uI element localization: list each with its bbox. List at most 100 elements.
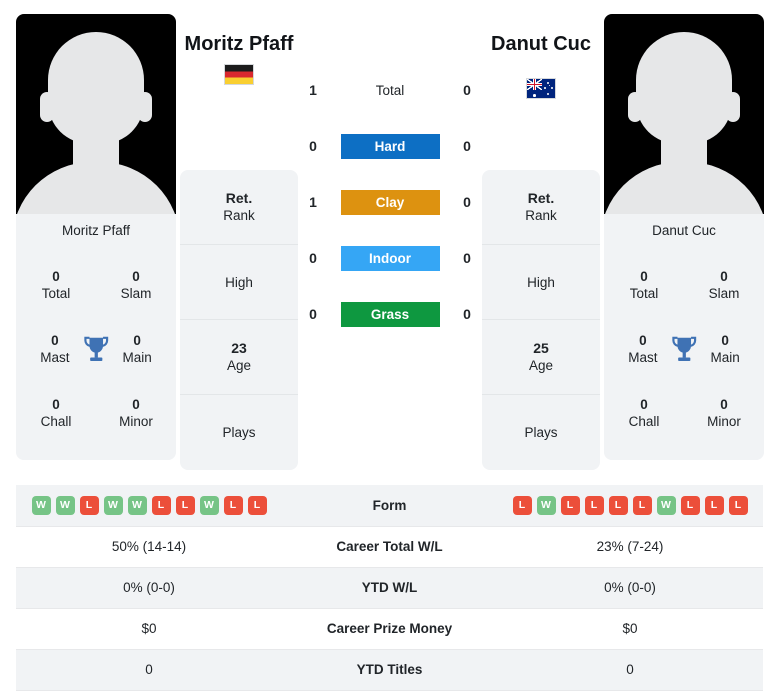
form-badge-win[interactable]: W <box>536 495 556 515</box>
surface-badge-indoor[interactable]: Indoor <box>340 245 440 271</box>
form-badge-loss[interactable]: L <box>560 495 580 515</box>
plays-cell-left: Plays <box>180 395 298 470</box>
h2h-row-clay: 1 Clay 0 <box>300 174 480 230</box>
form-badge-win[interactable]: W <box>656 495 676 515</box>
stat-label: Form <box>372 497 407 513</box>
titles-slam-right-value: 0 <box>720 269 728 285</box>
h2h-left-value: 0 <box>309 138 317 154</box>
info-card-left: Ret. Rank High 23 Age Plays <box>180 170 298 470</box>
h2h-left-value: 1 <box>309 194 317 210</box>
titles-minor-left-value: 0 <box>132 397 140 413</box>
titles-chall-right-label: Chall <box>628 414 660 429</box>
age-value-right: 25 <box>533 340 549 357</box>
surface-badge-grass[interactable]: Grass <box>340 301 440 327</box>
form-badge-win[interactable]: W <box>127 495 147 515</box>
form-badge-loss[interactable]: L <box>79 495 99 515</box>
form-badge-loss[interactable]: L <box>704 495 724 515</box>
stat-value-right: 23% (7-24) <box>596 539 664 554</box>
surface-badge-clay[interactable]: Clay <box>340 189 440 215</box>
stat-label: Career Prize Money <box>326 621 453 636</box>
form-badge-loss[interactable]: L <box>584 495 604 515</box>
titles-chall-left: 0 Chall <box>30 397 82 431</box>
form-badge-loss[interactable]: L <box>175 495 195 515</box>
table-row: 50% (14-14) Career Total W/L 23% (7-24) <box>16 526 763 567</box>
titles-total-left-label: Total <box>41 286 71 301</box>
table-row: 0 YTD Titles 0 <box>16 649 763 690</box>
titles-main-left-value: 0 <box>133 333 141 349</box>
plays-label-right: Plays <box>524 425 558 441</box>
form-badge-loss[interactable]: L <box>632 495 652 515</box>
player-card-right[interactable]: Danut Cuc 0 Total 0 Slam 0 Mast 0 Main 0… <box>604 14 764 460</box>
high-cell-left: High <box>180 245 298 320</box>
form-badge-win[interactable]: W <box>103 495 123 515</box>
titles-minor-left-label: Minor <box>119 414 153 429</box>
titles-mast-left-value: 0 <box>51 333 59 349</box>
form-badge-win[interactable]: W <box>199 495 219 515</box>
titles-main-right-label: Main <box>710 350 740 365</box>
stats-table-body: W W L W W L L W L L Form L W L L L L W L L L 50% (14-14) Caree… <box>16 485 763 690</box>
player-name-right[interactable]: Danut Cuc <box>482 33 600 56</box>
comparison-header: Moritz Pfaff 0 Total 0 Slam 0 Mast 0 Mai… <box>0 0 779 480</box>
age-value-left: 23 <box>231 340 247 357</box>
stat-value-left: 0% (0-0) <box>123 580 175 595</box>
titles-slam-right: 0 Slam <box>698 269 750 303</box>
flag-icon-left <box>224 64 254 85</box>
comparison-stats-table: W W L W W L L W L L Form L W L L L L W L L L 50% (14-14) Caree… <box>16 485 763 691</box>
form-badge-loss[interactable]: L <box>512 495 532 515</box>
titles-total-right-label: Total <box>629 286 659 301</box>
surface-badge-hard[interactable]: Hard <box>340 133 440 159</box>
h2h-row-total: 1 Total 0 <box>300 62 480 118</box>
h2h-left-value: 0 <box>309 306 317 322</box>
surface-badge-total: Total <box>375 82 405 98</box>
titles-minor-right-label: Minor <box>707 414 741 429</box>
titles-slam-right-label: Slam <box>708 286 740 301</box>
form-badge-win[interactable]: W <box>55 495 75 515</box>
avatar <box>16 14 176 214</box>
h2h-row-indoor: 0 Indoor 0 <box>300 230 480 286</box>
stat-value-left: 50% (14-14) <box>111 539 187 554</box>
titles-slam-left-label: Slam <box>120 286 152 301</box>
player-name-left[interactable]: Moritz Pfaff <box>180 33 298 56</box>
rank-cell-right: Ret. Rank <box>482 170 600 245</box>
form-strip-right: LWLLLLWLLL <box>497 495 763 515</box>
titles-grid-right: 0 Total 0 Slam 0 Mast 0 Main 0 Chall 0 M… <box>604 248 764 460</box>
high-cell-right: High <box>482 245 600 320</box>
high-label-left: High <box>225 274 253 290</box>
titles-chall-left-label: Chall <box>40 414 72 429</box>
plays-label-left: Plays <box>222 425 256 441</box>
h2h-right-value: 0 <box>463 250 471 266</box>
player-card-left[interactable]: Moritz Pfaff 0 Total 0 Slam 0 Mast 0 Mai… <box>16 14 176 460</box>
stat-value-left: 0 <box>145 662 153 677</box>
form-badge-loss[interactable]: L <box>728 495 748 515</box>
flag-icon-right <box>526 78 556 99</box>
titles-mast-left-label: Mast <box>40 350 70 365</box>
h2h-left-value: 0 <box>309 250 317 266</box>
form-badge-win[interactable]: W <box>31 495 51 515</box>
form-badge-loss[interactable]: L <box>608 495 628 515</box>
titles-total-right: 0 Total <box>618 269 670 303</box>
table-row: W W L W W L L W L L Form L W L L L L W L L L <box>16 485 763 526</box>
titles-minor-right: 0 Minor <box>698 397 750 431</box>
form-badge-loss[interactable]: L <box>223 495 243 515</box>
age-cell-right: 25 Age <box>482 320 600 395</box>
titles-main-right-value: 0 <box>721 333 729 349</box>
titles-main-right: 0 Main <box>700 333 750 367</box>
rank-value-right: Ret. <box>527 190 555 207</box>
titles-minor-left: 0 Minor <box>110 397 162 431</box>
titles-main-left-label: Main <box>122 350 152 365</box>
stat-label: Career Total W/L <box>336 539 443 554</box>
form-badge-loss[interactable]: L <box>247 495 267 515</box>
titles-total-left: 0 Total <box>30 269 82 303</box>
form-strip-left: WWLWWLLWLL <box>16 495 282 515</box>
stat-label: YTD W/L <box>361 580 418 595</box>
form-badge-loss[interactable]: L <box>151 495 171 515</box>
form-badge-loss[interactable]: L <box>680 495 700 515</box>
age-label-right: Age <box>528 358 554 374</box>
age-label-left: Age <box>226 358 252 374</box>
age-cell-left: 23 Age <box>180 320 298 395</box>
high-label-right: High <box>527 274 555 290</box>
stat-value-right: 0% (0-0) <box>604 580 656 595</box>
rank-value-left: Ret. <box>225 190 253 207</box>
h2h-right-value: 0 <box>463 306 471 322</box>
titles-mast-right: 0 Mast <box>618 333 668 367</box>
